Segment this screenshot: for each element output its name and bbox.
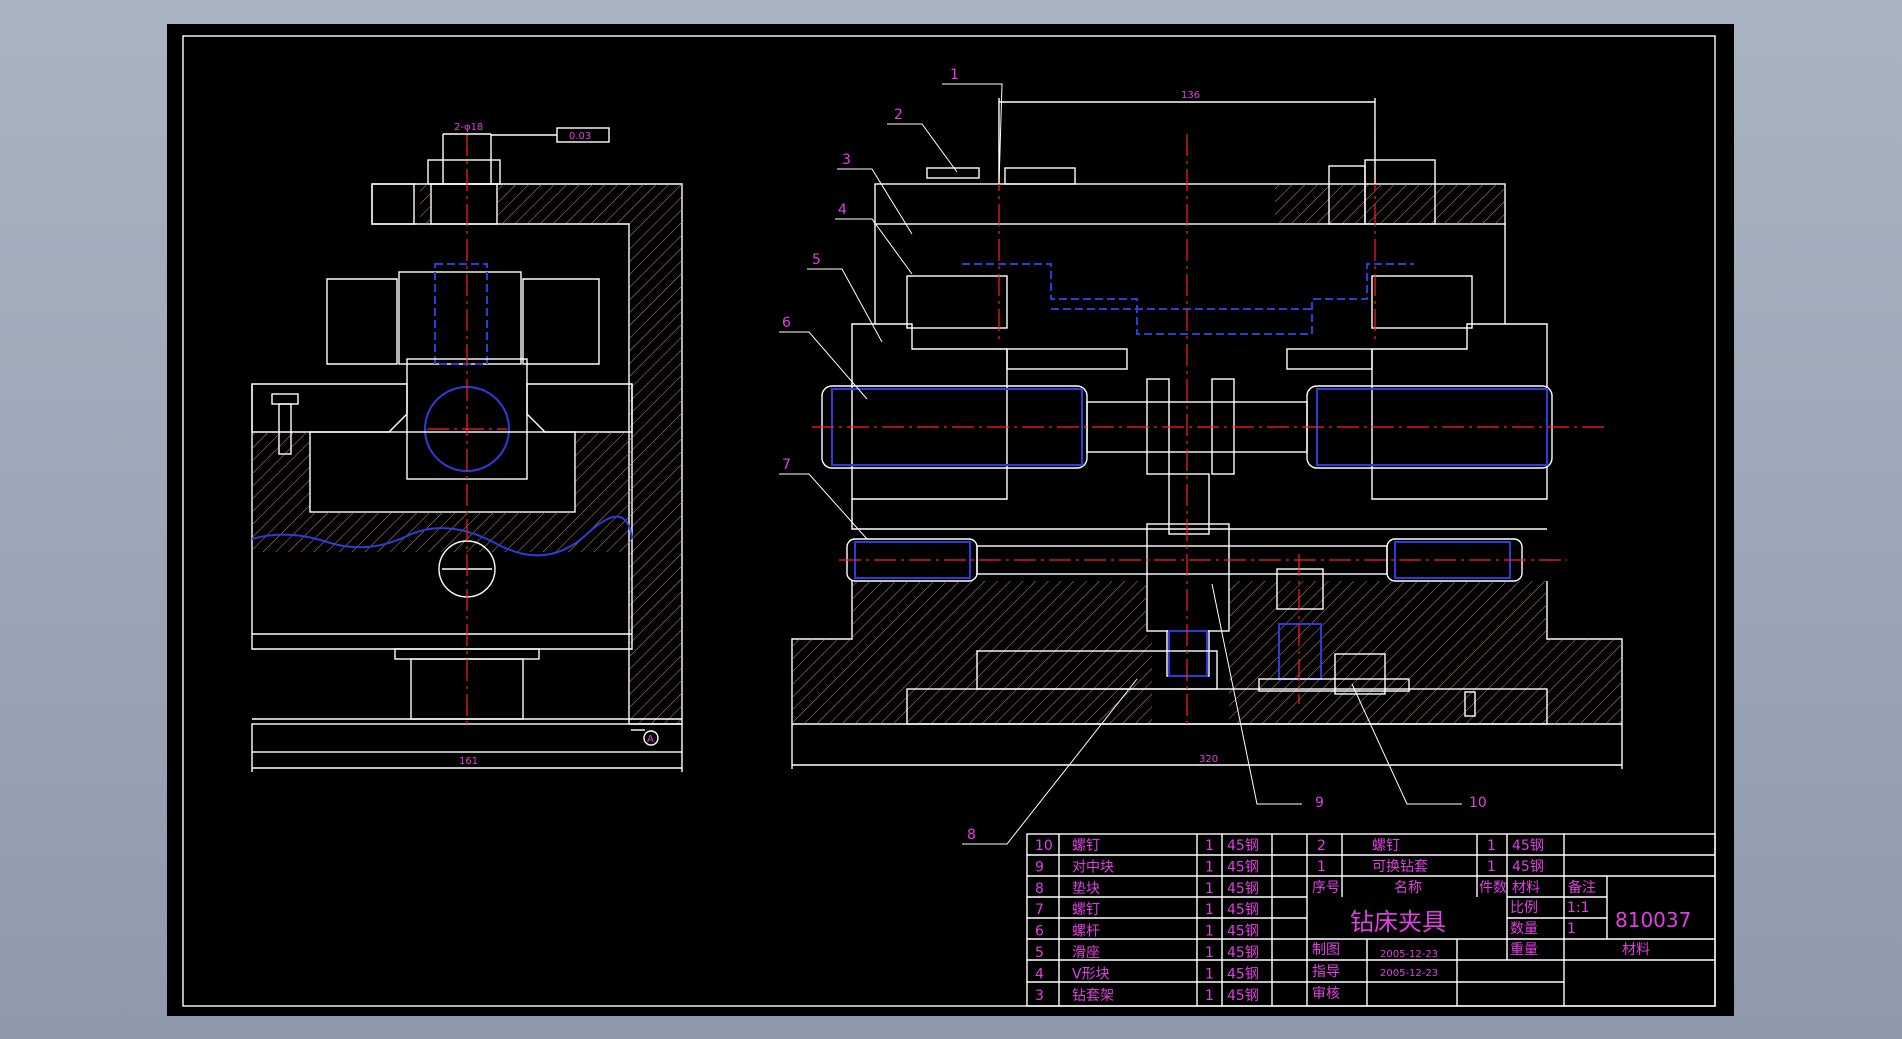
header-qty: 件数 [1479,880,1507,896]
bom-row-qty: 1 [1487,859,1496,875]
balloon-4: 4 [838,202,847,218]
bom-row-no: 2 [1317,838,1326,854]
balloon-7: 7 [782,457,791,473]
bom-row-name: 可换钻套 [1372,858,1428,875]
bom-row-qty: 1 [1487,838,1496,854]
date-drawn: 2005-12-23 [1380,949,1438,960]
checked-label: 审核 [1312,986,1340,1002]
dim-right-width: 320 [1199,754,1218,765]
bom-row-no: 4 [1035,966,1044,982]
bom-row-material: 45钢 [1227,945,1259,961]
balloon-3: 3 [842,152,851,168]
bom-row-qty: 1 [1205,881,1214,897]
bom-row-material: 45钢 [1227,881,1259,897]
bom-row-material: 45钢 [1227,988,1259,1004]
qty-value: 1 [1567,921,1576,937]
bom-row-qty: 1 [1205,988,1214,1004]
bom-left: 10 螺钉 1 45钢 9 对中块 1 45钢 8 垫块 1 45钢 7 螺钉 1 45钢 6 螺杆 1 45钢 5 滑座… [1035,838,1259,1004]
balloon-6: 6 [782,315,791,331]
bom-row-material: 45钢 [1227,859,1259,875]
bom-row-qty: 1 [1205,945,1214,961]
bom-row-no: 6 [1035,924,1044,940]
weight-label: 重量 [1510,942,1538,958]
bom-row-no: 9 [1035,859,1044,875]
header-note: 备注 [1568,879,1596,896]
bom-row-no: 8 [1035,881,1044,897]
header-no: 序号 [1312,880,1340,896]
datum-symbol: A [647,734,654,745]
bom-row-name: 螺钉 [1072,902,1100,918]
material-label: 材料 [1622,942,1650,958]
bom-row-name: 螺钉 [1372,838,1400,854]
front-view [779,83,1623,845]
scale-label: 比例 [1510,900,1538,916]
drawing-sheet: 2-φ18 0.03 161 A 136 320 1 2 3 4 5 6 7 8… [167,24,1734,1016]
bom-row-name: V形块 [1072,966,1110,982]
bom-row-no: 5 [1035,945,1044,961]
dim-left-hole: 2-φ18 [454,122,483,133]
balloon-8: 8 [967,827,976,843]
qty-label: 数量 [1510,921,1538,937]
dim-top-width: 136 [1181,90,1200,101]
bom-row-no: 3 [1035,988,1044,1004]
bom-right: 2 螺钉 1 45钢 1 可换钻套 1 45钢 [1317,838,1544,875]
bom-row-name: 垫块 [1072,881,1100,897]
bom-row-material: 45钢 [1512,838,1544,854]
bom-row-qty: 1 [1205,838,1214,854]
bom-row-qty: 1 [1205,924,1214,940]
bom-row-name: 滑座 [1072,944,1100,961]
drawing-title: 钻床夹具 [1350,908,1446,936]
bom-row-material: 45钢 [1227,924,1259,940]
bom-row-material: 45钢 [1227,966,1259,982]
guided-label: 指导 [1312,964,1340,980]
bom-row-name: 螺杆 [1072,924,1100,940]
scale-value: 1:1 [1567,900,1590,916]
header-name: 名称 [1394,880,1422,896]
left-view [251,127,683,772]
dim-tolerance: 0.03 [569,131,591,142]
header-mat: 材料 [1512,880,1540,896]
date-guided: 2005-12-23 [1380,968,1438,979]
balloon-2: 2 [894,107,903,123]
balloon-9: 9 [1315,795,1324,811]
bom-row-material: 45钢 [1227,838,1259,854]
bom-row-name: 对中块 [1072,859,1114,875]
balloon-5: 5 [812,252,821,268]
bom-row-qty: 1 [1205,902,1214,918]
bom-row-qty: 1 [1205,966,1214,982]
bom-row-material: 45钢 [1227,902,1259,918]
bom-row-material: 45钢 [1512,859,1544,875]
bom-row-no: 1 [1317,859,1326,875]
bom-row-name: 螺钉 [1072,838,1100,854]
bom-row-qty: 1 [1205,859,1214,875]
drawn-label: 制图 [1312,942,1340,958]
drawing-number: 810037 [1615,908,1691,932]
cad-drawing: 2-φ18 0.03 161 A 136 320 1 2 3 4 5 6 7 8… [182,35,1716,1007]
bom-row-name: 钻套架 [1072,988,1114,1004]
bom-row-no: 7 [1035,902,1044,918]
bom-row-no: 10 [1035,838,1053,854]
balloon-1: 1 [950,67,959,83]
balloon-10: 10 [1469,795,1487,811]
dim-left-width: 161 [459,756,478,767]
